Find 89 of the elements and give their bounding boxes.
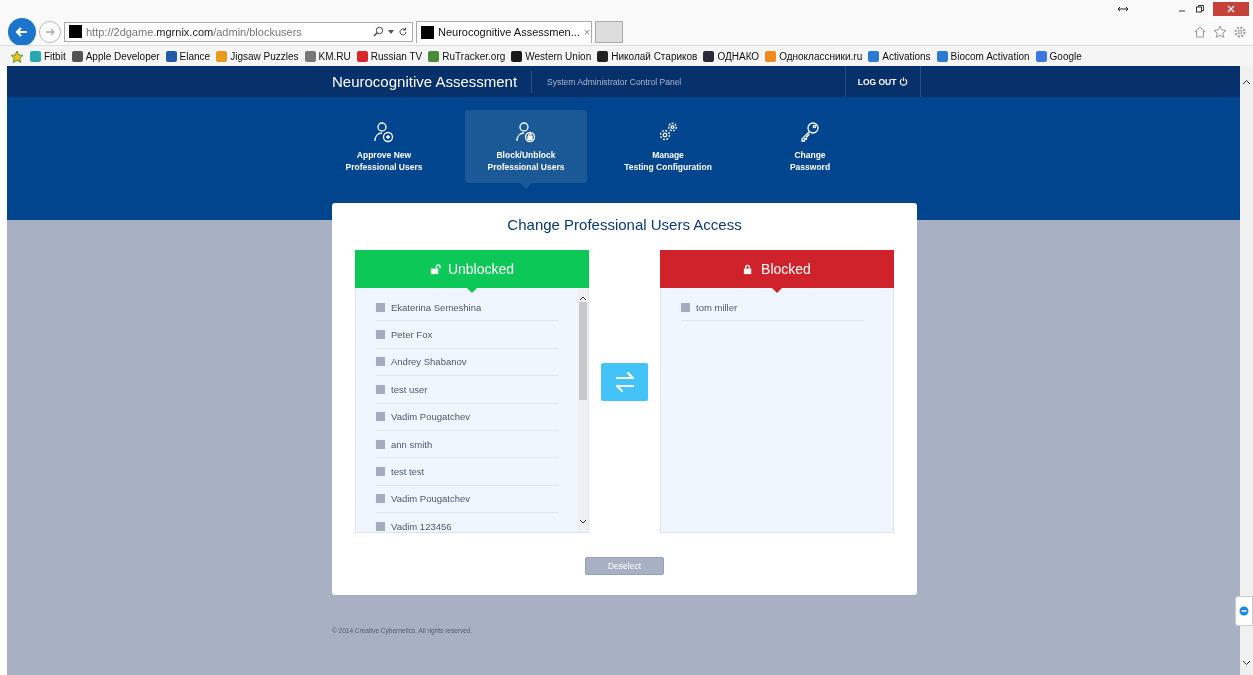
tab-pointer (520, 183, 532, 189)
user-name: test test (391, 466, 425, 478)
user-name: Ekaterina Semeshina (391, 301, 482, 313)
bookmark-link[interactable]: Activations (868, 50, 931, 62)
bookmark-link[interactable]: Western Union (511, 50, 592, 62)
bookmark-link[interactable]: Fitbit (30, 50, 66, 62)
checkbox[interactable] (376, 439, 385, 449)
forward-button[interactable] (39, 20, 61, 43)
bookmark-link[interactable]: ОДНАКО (703, 50, 760, 62)
user-row[interactable]: tom miller (681, 294, 864, 322)
checkbox[interactable] (376, 302, 385, 312)
nav-tab[interactable]: Change Password (749, 110, 871, 183)
checkbox[interactable] (376, 330, 385, 340)
bookmark-link[interactable]: Jigsaw Puzzles (216, 50, 299, 62)
user-row[interactable]: Vadim Pougatchev (376, 485, 559, 514)
user-name: ann smith (391, 438, 433, 450)
user-row[interactable]: test user (376, 376, 559, 404)
bookmark-link[interactable]: Google (1035, 50, 1082, 62)
app-subtitle: System Administrator Control Panel (547, 76, 683, 87)
close-icon[interactable] (1227, 5, 1235, 13)
user-row[interactable]: Vadim Pougatchev (376, 403, 559, 431)
panel-title: Unblocked (447, 261, 515, 277)
settings-icon[interactable] (1233, 24, 1247, 39)
resize-arrows-icon[interactable] (1117, 5, 1129, 13)
tab-title: Neurocognitive Assessmen... (438, 26, 580, 38)
checkbox[interactable] (376, 467, 385, 477)
user-name: test user (391, 383, 428, 395)
app-title: Neurocognitive Assessment (332, 70, 533, 93)
side-tool-tab[interactable] (1235, 596, 1253, 626)
restore-icon[interactable] (1195, 4, 1205, 14)
bookmark-link[interactable]: Biocom Activation (936, 50, 1030, 62)
favorites-star-icon[interactable] (10, 49, 24, 63)
user-name: Vadim 123456 (391, 520, 452, 532)
bookmark-link[interactable]: Николай Стариков (597, 50, 698, 62)
user-add-icon (372, 120, 396, 144)
user-lock-icon (514, 120, 538, 144)
address-bar[interactable]: http://2dgame.mgrnix.com/admin/blockusers (64, 21, 413, 42)
page-scrollbar[interactable] (1240, 66, 1253, 675)
checkbox[interactable] (376, 521, 385, 531)
chat-icon (1239, 606, 1249, 616)
home-icon[interactable] (1193, 24, 1207, 39)
chevron-down-icon[interactable] (579, 518, 587, 526)
user-name: Andrey Shabanov (391, 356, 467, 368)
power-icon (899, 77, 909, 86)
site-favicon (421, 25, 434, 39)
bookmark-link[interactable]: Apple Developer (71, 50, 160, 62)
user-row[interactable]: Andrey Shabanov (376, 348, 559, 377)
checkbox[interactable] (376, 357, 385, 367)
bookmark-link[interactable]: Elance (165, 50, 211, 62)
search-icon[interactable] (373, 26, 384, 37)
browser-tab[interactable]: Neurocognitive Assessmen... × (416, 20, 592, 43)
scroll-thumb[interactable] (579, 302, 587, 400)
close-button[interactable] (1213, 2, 1249, 16)
user-name: tom miller (696, 301, 738, 313)
transfer-button[interactable] (601, 362, 648, 401)
star-icon[interactable] (1213, 24, 1227, 39)
chevron-up-icon[interactable] (1242, 78, 1251, 87)
new-tab-button[interactable] (595, 20, 623, 43)
scrollbar[interactable] (578, 288, 588, 532)
checkbox[interactable] (376, 384, 385, 394)
user-row[interactable]: Vadim 123456 (376, 513, 559, 532)
nav-tab[interactable]: Manage Testing Configuration (607, 110, 729, 183)
checkbox[interactable] (376, 412, 385, 422)
user-name: Vadim Pougatchev (391, 493, 471, 505)
user-row[interactable]: test test (376, 458, 559, 486)
panel-title: Blocked (761, 261, 811, 277)
key-icon (798, 120, 822, 144)
checkbox[interactable] (376, 494, 385, 504)
chevron-down-icon[interactable] (1242, 658, 1251, 667)
dropdown-caret-icon[interactable] (388, 28, 394, 35)
card-title: Change Professional Users Access (507, 216, 742, 233)
user-row[interactable]: Peter Fox (376, 321, 559, 349)
unlock-icon (429, 263, 441, 275)
user-row[interactable]: ann smith (376, 430, 559, 459)
back-button[interactable] (8, 17, 36, 46)
bookmark-link[interactable]: Russian TV (356, 50, 423, 62)
bookmark-link[interactable]: RuTracker.org (428, 50, 506, 62)
refresh-icon[interactable] (398, 26, 408, 37)
user-name: Vadim Pougatchev (391, 411, 471, 423)
bookmark-link[interactable]: Одноклассники.ru (765, 50, 863, 62)
tab-close[interactable]: × (583, 26, 591, 38)
site-favicon (69, 25, 82, 38)
user-row[interactable]: Ekaterina Semeshina (376, 294, 559, 322)
chevron-up-icon[interactable] (579, 294, 587, 302)
bookmark-link[interactable]: KM.RU (304, 50, 351, 62)
checkbox[interactable] (681, 302, 690, 312)
nav-tab[interactable]: Approve New Professional Users (323, 110, 445, 183)
url-text: http://2dgame.mgrnix.com/admin/blockusers (86, 25, 303, 38)
user-name: Peter Fox (391, 329, 433, 341)
